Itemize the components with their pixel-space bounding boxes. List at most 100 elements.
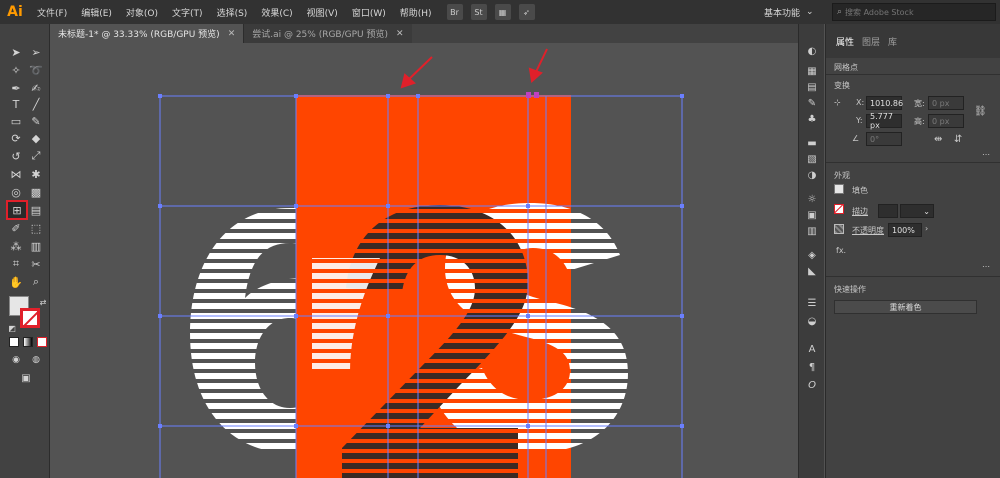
perspective-grid-icon[interactable]: ▩ bbox=[27, 184, 45, 200]
height-field[interactable]: 0 px bbox=[928, 114, 964, 128]
character-icon[interactable]: A bbox=[805, 342, 819, 356]
stroke-weight-field[interactable] bbox=[878, 204, 898, 218]
stroke-swatch[interactable] bbox=[20, 308, 40, 328]
direct-selection-tool-icon[interactable]: ➢ bbox=[27, 44, 45, 60]
swatches-icon[interactable]: ▤ bbox=[805, 80, 819, 94]
color-panel-icon[interactable]: ◐ bbox=[805, 44, 819, 58]
eraser-icon[interactable]: ◆ bbox=[27, 130, 45, 146]
menu-window[interactable]: 窗口(W) bbox=[345, 6, 393, 19]
close-icon[interactable]: ✕ bbox=[228, 29, 236, 39]
symbols-icon[interactable]: ♣ bbox=[805, 112, 819, 126]
none-mode-icon[interactable] bbox=[37, 337, 47, 347]
default-colors-icon[interactable]: ◩ bbox=[3, 320, 21, 336]
graphic-styles-icon[interactable]: ▣ bbox=[805, 208, 819, 222]
artwork[interactable] bbox=[50, 43, 795, 478]
align-icon[interactable]: ☰ bbox=[805, 296, 819, 310]
stock-search[interactable]: ⌕ bbox=[832, 3, 996, 21]
stroke-panel-icon[interactable]: ▬ bbox=[805, 136, 819, 150]
width-tool-icon[interactable]: ⋈ bbox=[7, 166, 25, 182]
tab-libraries[interactable]: 库 bbox=[884, 35, 901, 48]
stroke-weight-dropdown[interactable]: ⌄ bbox=[900, 204, 934, 218]
tab-document-2[interactable]: 尝试.ai @ 25% (RGB/GPU 预览) ✕ bbox=[243, 24, 412, 43]
link-icon[interactable]: ⛓ bbox=[974, 106, 987, 117]
gradient-mode-icon[interactable] bbox=[23, 337, 33, 347]
artboard-canvas[interactable] bbox=[50, 43, 795, 478]
y-field[interactable]: 5.777 px bbox=[866, 112, 902, 130]
opacity-label[interactable]: 不透明度 bbox=[852, 225, 884, 236]
eyedropper-icon[interactable]: ✐ bbox=[7, 220, 25, 236]
lasso-icon[interactable]: ➰ bbox=[27, 62, 45, 78]
gradient-panel-icon[interactable]: ▧ bbox=[805, 152, 819, 166]
scale-tool-icon[interactable]: ⤢ bbox=[27, 148, 45, 164]
rotate-tool-icon[interactable]: ↺ bbox=[7, 148, 25, 164]
hand-tool-icon[interactable]: ✋ bbox=[7, 274, 25, 290]
screen-mode-icon[interactable]: ▣ bbox=[17, 370, 35, 386]
stroke-color-swatch[interactable] bbox=[834, 204, 844, 214]
angle-field[interactable]: 0° bbox=[866, 132, 902, 146]
transparency-icon[interactable]: ◑ bbox=[805, 168, 819, 182]
opacity-field[interactable]: 100% bbox=[888, 223, 922, 237]
fx-button[interactable]: fx. bbox=[836, 246, 846, 255]
brushes-icon[interactable]: ✎ bbox=[805, 96, 819, 110]
workspace-switcher[interactable]: 基本功能 ⌄ bbox=[764, 0, 814, 24]
puppet-warp-icon[interactable]: ✱ bbox=[27, 166, 45, 182]
zoom-tool-icon[interactable]: ⌕ bbox=[27, 274, 45, 290]
type-tool-icon[interactable]: T bbox=[7, 96, 25, 112]
artboard-tool-icon[interactable]: ⌗ bbox=[7, 256, 25, 272]
reference-point-icon[interactable]: ⊹ bbox=[834, 98, 841, 107]
x-field[interactable]: 1010.86 bbox=[866, 96, 903, 110]
menu-help[interactable]: 帮助(H) bbox=[393, 6, 439, 19]
tab-document-1[interactable]: 未标题-1* @ 33.33% (RGB/GPU 预览) ✕ bbox=[50, 24, 244, 43]
menu-effect[interactable]: 效果(C) bbox=[254, 6, 299, 19]
slice-tool-icon[interactable]: ✂ bbox=[27, 256, 45, 272]
flip-horizontal-icon[interactable]: ⇹ bbox=[934, 134, 942, 145]
layers-icon[interactable]: ▥ bbox=[805, 224, 819, 238]
arrange-documents-icon[interactable]: ▦ bbox=[494, 4, 511, 20]
pen-tool-icon[interactable]: ✒ bbox=[7, 80, 25, 96]
tab-properties[interactable]: 属性 bbox=[832, 35, 858, 48]
asset-export-icon[interactable]: ◣ bbox=[805, 264, 819, 278]
fill-color-swatch[interactable] bbox=[834, 184, 844, 194]
mesh-tool-icon[interactable]: ⊞ bbox=[6, 200, 28, 220]
shaper-tool-icon[interactable]: ⟳ bbox=[7, 130, 25, 146]
draw-behind-icon[interactable]: ◍ bbox=[27, 352, 45, 368]
stroke-label[interactable]: 描边 bbox=[852, 206, 868, 217]
color-guide-icon[interactable]: ▦ bbox=[805, 64, 819, 78]
recolor-button[interactable]: 重新着色 bbox=[834, 300, 977, 314]
artboards-icon[interactable]: ◈ bbox=[805, 248, 819, 262]
more-options-icon[interactable]: ⋯ bbox=[982, 150, 990, 159]
menu-view[interactable]: 视图(V) bbox=[300, 6, 345, 19]
column-graph-icon[interactable]: ▥ bbox=[27, 238, 45, 254]
paintbrush-icon[interactable]: ✎ bbox=[27, 113, 45, 129]
line-tool-icon[interactable]: ╱ bbox=[27, 96, 45, 112]
flip-vertical-icon[interactable]: ⇵ bbox=[954, 134, 962, 145]
tab-layers[interactable]: 图层 bbox=[858, 35, 884, 48]
shape-builder-icon[interactable]: ◎ bbox=[7, 184, 25, 200]
menu-select[interactable]: 选择(S) bbox=[210, 6, 255, 19]
more-options-icon[interactable]: ⋯ bbox=[982, 262, 990, 271]
magic-wand-icon[interactable]: ✧ bbox=[7, 62, 25, 78]
menu-edit[interactable]: 编辑(E) bbox=[74, 6, 119, 19]
blend-tool-icon[interactable]: ⬚ bbox=[27, 220, 45, 236]
selection-tool-icon[interactable]: ➤ bbox=[7, 44, 25, 60]
menu-type[interactable]: 文字(T) bbox=[165, 6, 210, 19]
appearance-icon[interactable]: ☼ bbox=[805, 192, 819, 206]
gpu-performance-icon[interactable]: ➶ bbox=[518, 4, 535, 20]
stock-icon[interactable]: St bbox=[470, 4, 487, 20]
color-mode-icon[interactable] bbox=[9, 337, 19, 347]
draw-mode-icon[interactable]: ◉ bbox=[7, 352, 25, 368]
close-icon[interactable]: ✕ bbox=[396, 29, 404, 39]
search-input[interactable] bbox=[845, 7, 986, 17]
menu-object[interactable]: 对象(O) bbox=[119, 6, 165, 19]
rectangle-tool-icon[interactable]: ▭ bbox=[7, 113, 25, 129]
paragraph-icon[interactable]: ¶ bbox=[805, 360, 819, 374]
opentype-icon[interactable]: O bbox=[805, 378, 819, 392]
menu-file[interactable]: 文件(F) bbox=[30, 6, 74, 19]
width-field[interactable]: 0 px bbox=[928, 96, 964, 110]
bridge-icon[interactable]: Br bbox=[446, 4, 463, 20]
gradient-tool-icon[interactable]: ▤ bbox=[27, 202, 45, 218]
symbol-sprayer-icon[interactable]: ⁂ bbox=[7, 238, 25, 254]
curvature-tool-icon[interactable]: ✍ bbox=[27, 80, 45, 96]
pathfinder-icon[interactable]: ◒ bbox=[805, 314, 819, 328]
opacity-arrow-icon[interactable]: › bbox=[925, 224, 928, 233]
